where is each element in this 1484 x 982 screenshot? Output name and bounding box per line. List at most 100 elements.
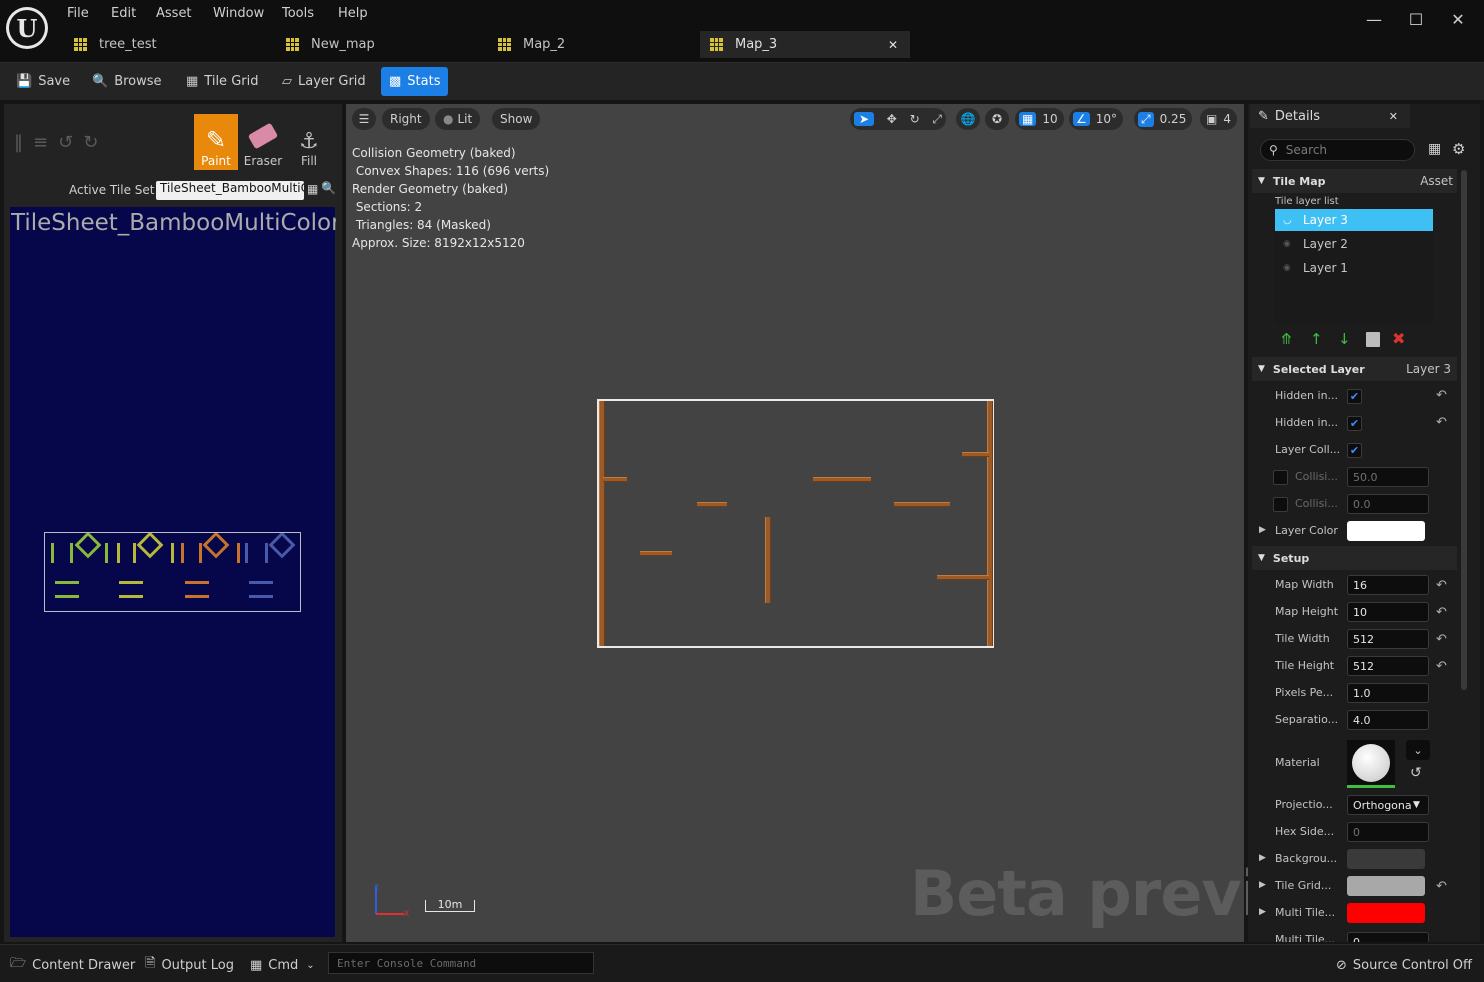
reset-icon[interactable]: ↶ — [1436, 605, 1447, 620]
add-layer-icon[interactable]: ⤊ — [1280, 330, 1293, 348]
projection-dropdown[interactable]: Orthogonal ▼ — [1347, 795, 1429, 815]
scale-snap-button[interactable]: ⤢ 0.25 — [1134, 108, 1193, 130]
setup-section[interactable]: ▼ Setup — [1252, 546, 1457, 570]
duplicate-layer-icon[interactable] — [1366, 332, 1380, 347]
details-search-input[interactable]: ⚲ Search — [1260, 139, 1415, 161]
minimize-icon[interactable]: — — [1359, 8, 1389, 30]
material-dropdown-icon[interactable]: ⌄ — [1406, 740, 1430, 760]
search-tile-set-icon[interactable]: 🔍 — [321, 181, 336, 195]
expand-arrow-icon[interactable]: ▶ — [1259, 880, 1266, 890]
rotate-ccw-icon[interactable]: ↺ — [58, 132, 83, 153]
move-layer-up-icon[interactable]: ↑ — [1310, 330, 1323, 348]
layer-item-1[interactable]: ◉ Layer 1 — [1275, 257, 1433, 279]
menu-asset[interactable]: Asset — [156, 6, 192, 21]
paint-tool-button[interactable]: ✎ Paint — [194, 114, 238, 170]
visibility-eye-icon[interactable]: ◉ — [1283, 263, 1291, 273]
collision-offset-input[interactable]: 0.0 — [1347, 494, 1429, 514]
expand-arrow-icon[interactable]: ▶ — [1259, 853, 1266, 863]
selected-layer-section[interactable]: ▼ Selected Layer Layer 3 — [1252, 357, 1457, 381]
save-button[interactable]: 💾 Save — [8, 67, 78, 96]
map-width-input[interactable]: 16 — [1347, 575, 1429, 595]
stats-button[interactable]: ▩ Stats — [381, 67, 449, 96]
surface-snap-icon[interactable]: ✪ — [985, 108, 1009, 130]
separation-input[interactable]: 4.0 — [1347, 710, 1429, 730]
rotation-snap-button[interactable]: ∠ 10° — [1069, 108, 1124, 130]
tab-map-3[interactable]: Map_3 ✕ — [700, 31, 910, 58]
flip-horizontal-icon[interactable]: ‖ — [14, 132, 33, 153]
scale-icon[interactable]: ⤢ — [932, 112, 942, 127]
tab-new-map[interactable]: New_map — [276, 31, 486, 58]
reset-icon[interactable]: ↶ — [1436, 415, 1447, 430]
console-command-input[interactable]: Enter Console Command — [328, 952, 594, 974]
delete-layer-icon[interactable]: ✖ — [1392, 329, 1405, 348]
active-tile-set-field[interactable]: TileSheet_BambooMultiColor — [156, 181, 304, 200]
world-local-icon[interactable]: 🌐 — [956, 108, 980, 130]
visibility-eye-icon[interactable]: ◡ — [1283, 215, 1292, 226]
rotate-icon[interactable]: ↻ — [910, 112, 920, 126]
layer-color-swatch[interactable] — [1347, 521, 1425, 541]
collision-thickness-input[interactable]: 50.0 — [1347, 467, 1429, 487]
reset-icon[interactable]: ↶ — [1436, 879, 1447, 894]
property-matrix-icon[interactable]: ▦ — [1428, 141, 1441, 157]
menu-help[interactable]: Help — [338, 6, 368, 21]
output-log-button[interactable]: 🗎 Output Log — [145, 954, 234, 976]
tile-width-input[interactable]: 512 — [1347, 629, 1429, 649]
pixels-per-unit-input[interactable]: 1.0 — [1347, 683, 1429, 703]
move-layer-down-icon[interactable]: ↓ — [1338, 330, 1351, 348]
multi-tile-color-swatch[interactable] — [1347, 903, 1425, 923]
viewport-menu-icon[interactable]: ☰ — [352, 108, 376, 130]
select-icon[interactable]: ➤ — [854, 112, 874, 126]
source-control-button[interactable]: ⊘ Source Control Off — [1336, 954, 1472, 976]
expand-arrow-icon[interactable]: ▶ — [1259, 525, 1266, 535]
show-button[interactable]: Show — [492, 108, 541, 130]
close-details-icon[interactable]: ✕ — [1389, 110, 1398, 123]
override-collision-offset-checkbox[interactable] — [1273, 497, 1288, 512]
tile-grid-color-swatch[interactable] — [1347, 876, 1425, 896]
tile-height-input[interactable]: 512 — [1347, 656, 1429, 676]
content-drawer-button[interactable]: 🗁 Content Drawer — [10, 954, 135, 976]
tile-grid-button[interactable]: ▦ Tile Grid — [178, 67, 266, 96]
override-collision-thickness-checkbox[interactable] — [1273, 470, 1288, 485]
multi-tile-input[interactable]: 0 — [1347, 932, 1429, 942]
tile-map-bounds[interactable] — [597, 399, 994, 648]
menu-file[interactable]: File — [67, 6, 89, 21]
details-scrollbar[interactable] — [1461, 170, 1467, 690]
expand-arrow-icon[interactable]: ▶ — [1259, 907, 1266, 917]
layer-grid-button[interactable]: ▱ Layer Grid — [274, 67, 374, 96]
menu-window[interactable]: Window — [213, 6, 264, 21]
details-tab[interactable]: ✎ Details ✕ — [1250, 104, 1410, 128]
unreal-logo-icon[interactable]: U — [6, 7, 48, 49]
settings-gear-icon[interactable]: ⚙ — [1452, 140, 1465, 158]
tile-set-grid-icon[interactable]: ▦ — [307, 182, 318, 196]
material-thumbnail[interactable] — [1347, 740, 1395, 788]
tile-map-section[interactable]: ▼ Tile Map Asset — [1252, 169, 1457, 193]
tab-map-2[interactable]: Map_2 — [488, 31, 698, 58]
cmd-dropdown[interactable]: ▦ Cmd ⌄ — [250, 954, 315, 976]
layer-item-3[interactable]: ◡ Layer 3 — [1275, 209, 1433, 231]
layer-collides-checkbox[interactable]: ✔ — [1347, 443, 1362, 458]
reset-icon[interactable]: ↶ — [1436, 578, 1447, 593]
map-height-input[interactable]: 10 — [1347, 602, 1429, 622]
use-selected-asset-icon[interactable]: ↺ — [1410, 765, 1422, 781]
grid-snap-button[interactable]: ▦ 10 — [1015, 108, 1064, 130]
close-window-icon[interactable]: ✕ — [1443, 8, 1473, 30]
background-color-swatch[interactable] — [1347, 849, 1425, 869]
menu-edit[interactable]: Edit — [111, 6, 136, 21]
browse-button[interactable]: 🔍 Browse — [84, 67, 170, 96]
hidden-in-editor-checkbox[interactable]: ✔ — [1347, 416, 1362, 431]
fill-tool-button[interactable]: ⚓ Fill — [287, 114, 331, 170]
lit-button[interactable]: ● Lit — [435, 108, 481, 130]
reset-icon[interactable]: ↶ — [1436, 388, 1447, 403]
translate-icon[interactable]: ✥ — [887, 112, 897, 126]
reset-icon[interactable]: ↶ — [1436, 632, 1447, 647]
visibility-eye-icon[interactable]: ◉ — [1283, 239, 1291, 249]
layer-item-2[interactable]: ◉ Layer 2 — [1275, 233, 1433, 255]
tab-tree-test[interactable]: tree_test — [64, 31, 274, 58]
maximize-icon[interactable]: ☐ — [1401, 8, 1431, 30]
hex-side-input[interactable]: 0 — [1347, 822, 1429, 842]
menu-tools[interactable]: Tools — [282, 6, 314, 21]
rotate-cw-icon[interactable]: ↻ — [83, 132, 108, 153]
reset-icon[interactable]: ↶ — [1436, 659, 1447, 674]
camera-speed-button[interactable]: ▣ 4 — [1200, 108, 1237, 130]
eraser-tool-button[interactable]: Eraser — [241, 114, 285, 170]
